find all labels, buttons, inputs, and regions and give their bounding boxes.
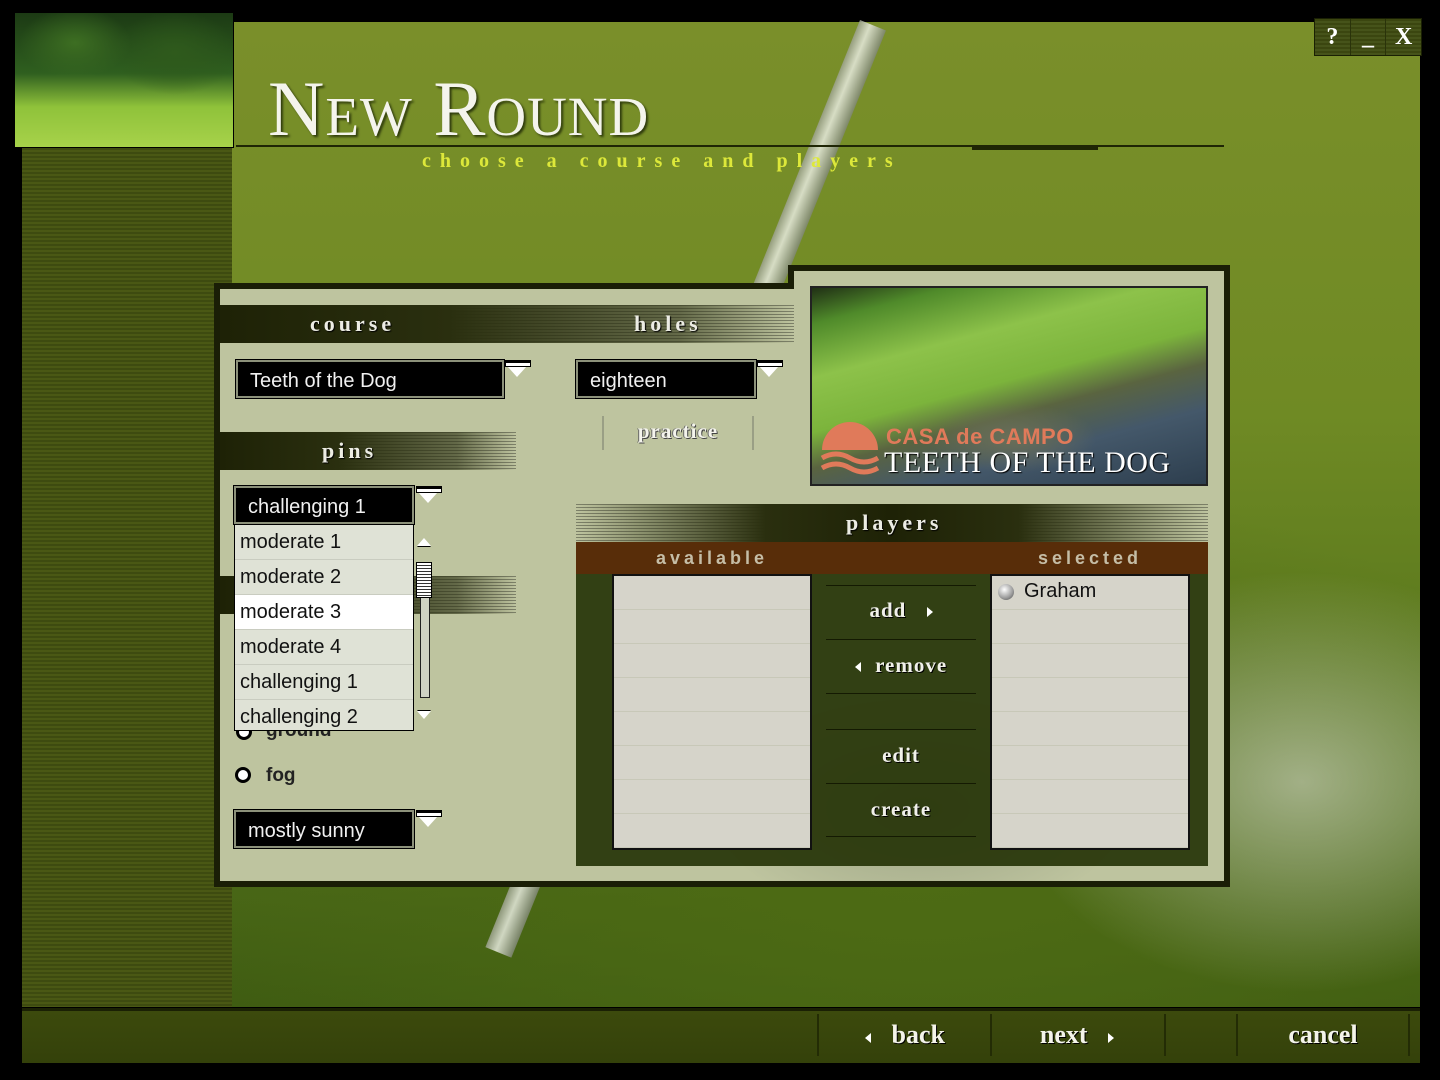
divider: [826, 585, 976, 586]
fog-radio[interactable]: [235, 767, 251, 783]
divider: [826, 693, 976, 694]
pins-option[interactable]: challenging 2: [235, 700, 413, 734]
add-label: add: [869, 598, 907, 622]
divider: [826, 783, 976, 784]
pins-dropdown-arrow-icon[interactable]: [416, 488, 442, 503]
nav-divider: [1408, 1014, 1410, 1056]
edit-player-button[interactable]: edit: [826, 743, 976, 768]
window-controls: ? _ X: [1314, 18, 1422, 56]
pins-section-label: pins: [322, 438, 378, 463]
golf-ball-icon: [998, 584, 1014, 600]
title-underline-accent: [972, 147, 1098, 150]
arrow-left-icon: [865, 1033, 872, 1043]
players-section-label: players: [846, 510, 943, 535]
course-select[interactable]: Teeth of the Dog: [236, 360, 504, 398]
course-section-label: course: [310, 311, 396, 336]
divider: [826, 729, 976, 730]
scroll-up-arrow-icon[interactable]: [417, 538, 431, 546]
course-dropdown-arrow-icon[interactable]: [505, 362, 531, 377]
scroll-down-arrow-icon[interactable]: [417, 711, 431, 719]
minimize-button[interactable]: _: [1351, 19, 1387, 55]
remove-player-button[interactable]: remove: [826, 653, 976, 678]
pins-dropdown-list: moderate 1 moderate 2 moderate 3 moderat…: [234, 524, 414, 731]
back-button[interactable]: back: [820, 1012, 990, 1058]
pins-option[interactable]: challenging 1: [235, 665, 413, 700]
bottom-nav-bar: [22, 1008, 1420, 1063]
holes-select[interactable]: eighteen: [576, 360, 756, 398]
preview-course-name: TEETH OF THE DOG: [884, 446, 1171, 479]
pins-scrollbar-thumb[interactable]: [416, 562, 432, 598]
available-players-list[interactable]: [612, 574, 812, 850]
pins-select[interactable]: challenging 1: [234, 486, 414, 524]
selected-players-list[interactable]: Graham: [990, 574, 1190, 850]
back-label: back: [891, 1020, 945, 1049]
course-preview-image: CASA de CAMPO TEETH OF THE DOG: [810, 286, 1208, 486]
arrow-right-icon: [1108, 1033, 1115, 1043]
next-button[interactable]: next: [992, 1012, 1162, 1058]
add-player-button[interactable]: add: [826, 598, 976, 623]
holes-dropdown-arrow-icon[interactable]: [757, 362, 783, 377]
next-label: next: [1039, 1020, 1088, 1049]
pins-scrollbar-track[interactable]: [420, 594, 430, 698]
selected-player-item[interactable]: Graham: [992, 576, 1188, 610]
players-column-bar: available selected: [576, 542, 1208, 574]
nav-divider: [817, 1014, 819, 1056]
cancel-button[interactable]: cancel: [1238, 1012, 1408, 1058]
page-subtitle: choose a course and players: [422, 150, 902, 172]
players-header: players: [576, 504, 1208, 542]
pins-option-highlighted[interactable]: moderate 3: [235, 595, 413, 630]
player-name: Graham: [1024, 580, 1097, 602]
divider: [826, 639, 976, 640]
close-button[interactable]: X: [1386, 19, 1421, 55]
create-player-button[interactable]: create: [826, 797, 976, 822]
weather-dropdown-arrow-icon[interactable]: [416, 812, 442, 827]
course-holes-header: course holes: [220, 305, 794, 343]
casa-de-campo-logo-icon: [820, 422, 880, 475]
pins-option[interactable]: moderate 1: [235, 525, 413, 560]
practice-button[interactable]: practice: [602, 416, 754, 450]
help-button[interactable]: ?: [1315, 19, 1351, 55]
remove-label: remove: [875, 653, 948, 677]
divider: [826, 836, 976, 837]
left-sidebar-strip: [22, 148, 232, 1007]
weather-select[interactable]: mostly sunny: [234, 810, 414, 848]
arrow-right-icon: [926, 607, 933, 617]
arrow-left-icon: [854, 662, 861, 672]
fog-radio-label: fog: [266, 765, 296, 786]
selected-column-label: selected: [1038, 548, 1143, 568]
pins-option[interactable]: moderate 2: [235, 560, 413, 595]
page-title: New Round: [268, 65, 650, 152]
pins-option[interactable]: moderate 4: [235, 630, 413, 665]
pins-header: pins: [220, 432, 516, 470]
holes-section-label: holes: [634, 311, 702, 336]
header-thumbnail-image: [14, 12, 234, 148]
nav-divider: [1164, 1014, 1166, 1056]
available-column-label: available: [656, 548, 769, 568]
